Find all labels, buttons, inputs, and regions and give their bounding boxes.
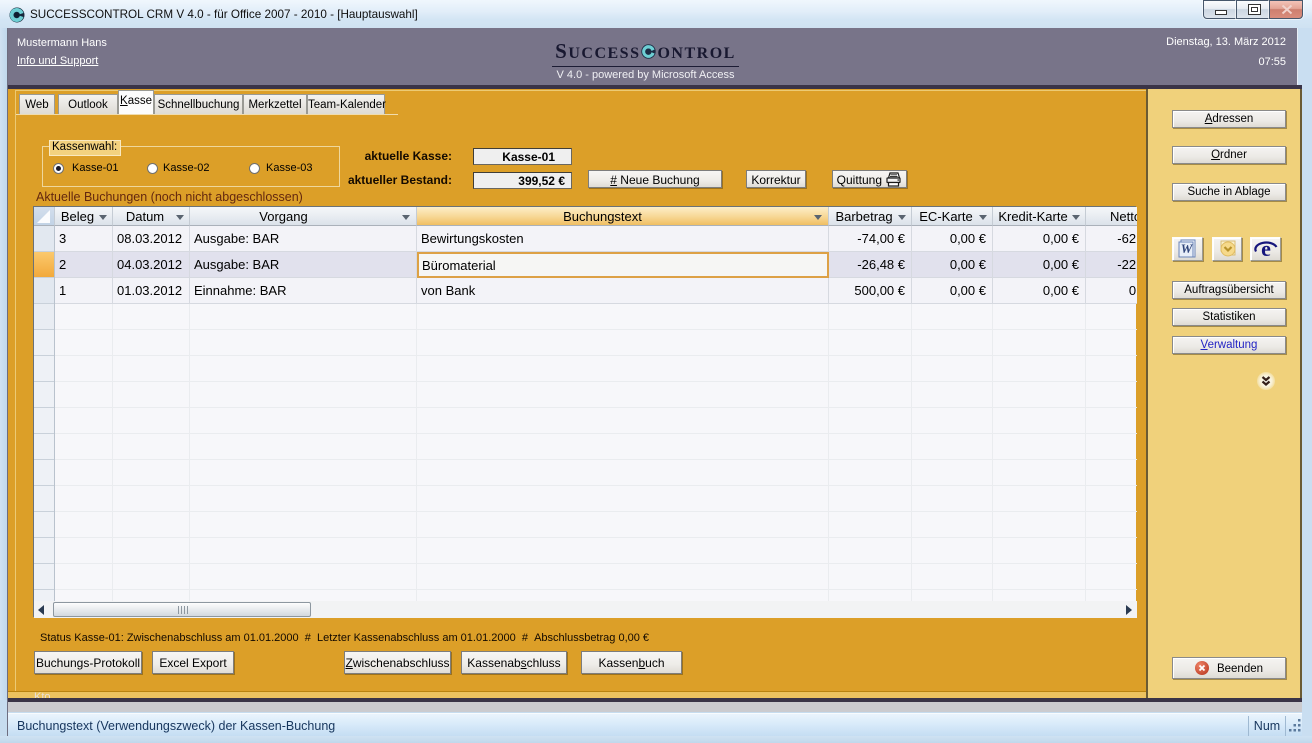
- svg-text:W: W: [1181, 241, 1194, 256]
- svg-text:e: e: [1261, 238, 1271, 260]
